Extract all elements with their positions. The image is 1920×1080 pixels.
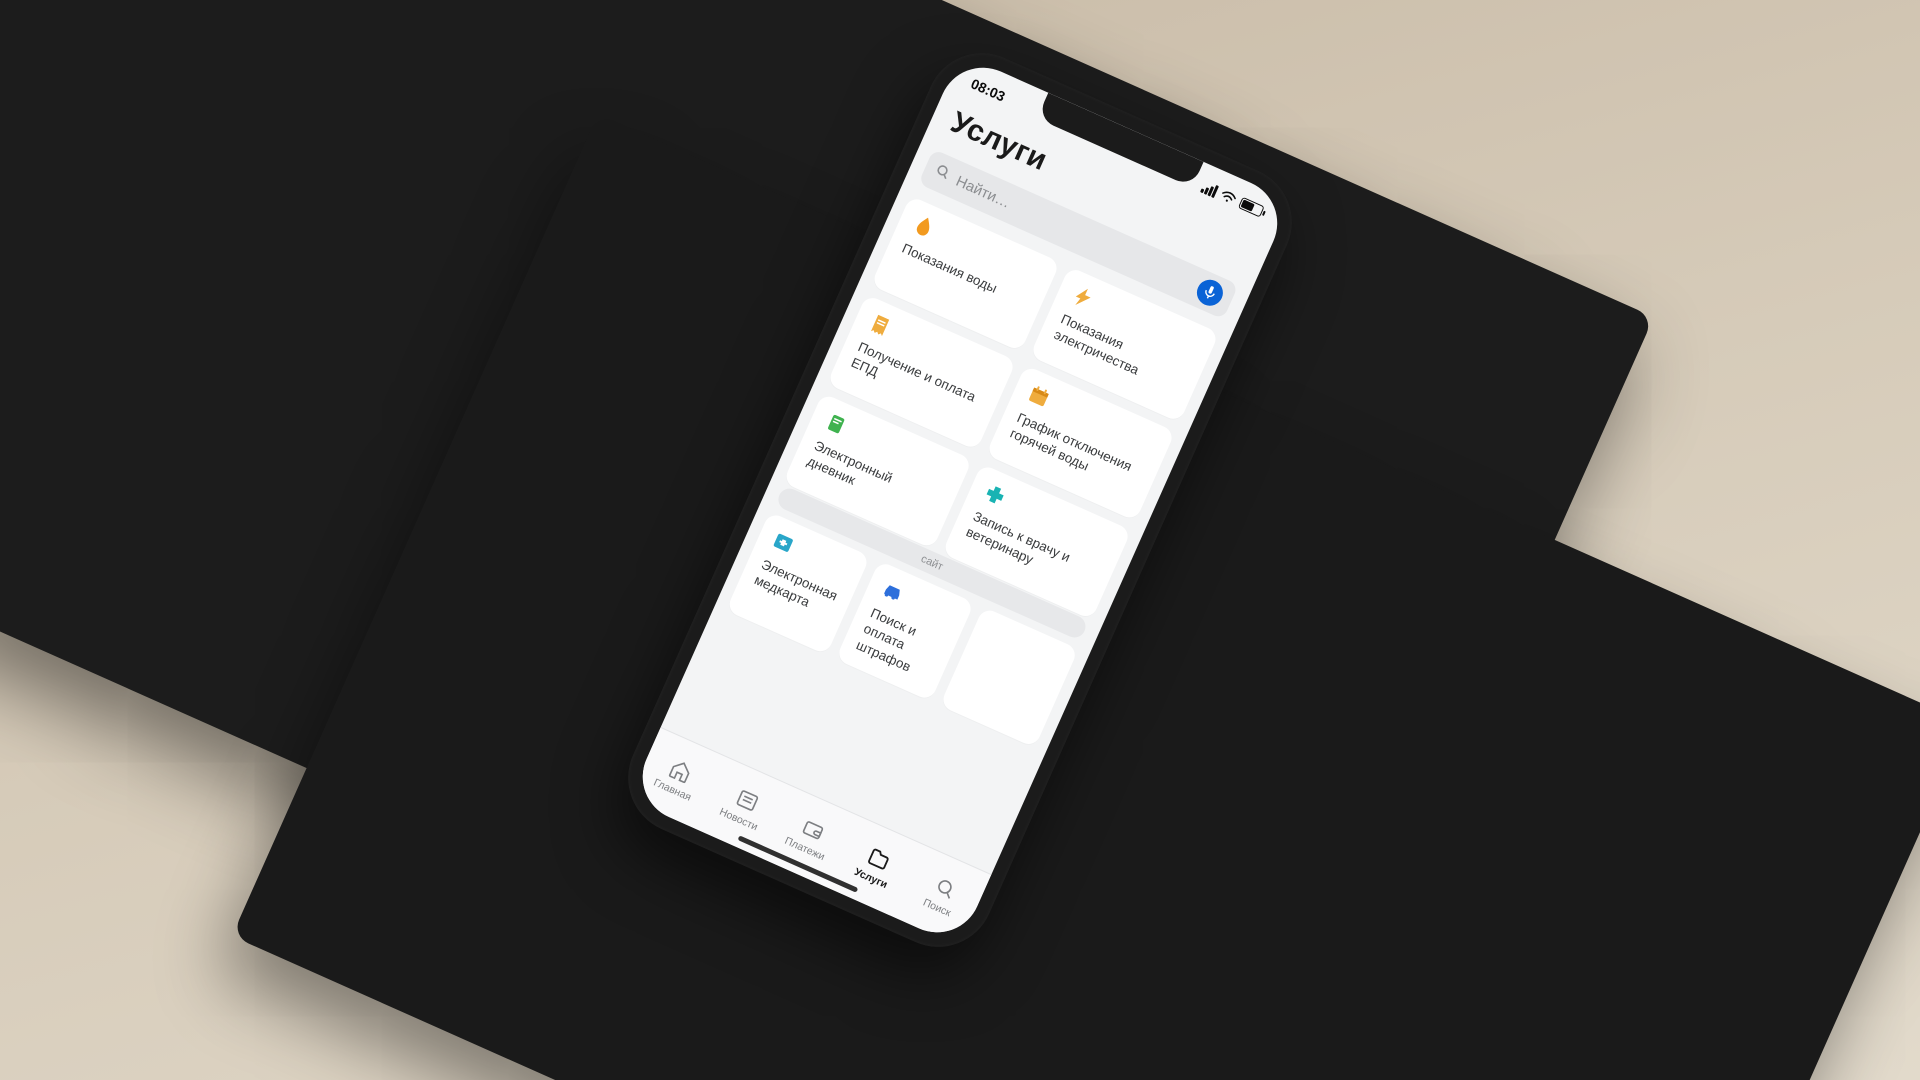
- photo-backdrop: 08:03 Услуги Найти…: [0, 0, 1920, 1080]
- home-icon: [666, 756, 695, 785]
- signal-icon: [1200, 180, 1219, 198]
- news-icon: [733, 786, 762, 815]
- voice-search-button[interactable]: [1193, 276, 1227, 310]
- folder-icon: [865, 845, 894, 874]
- card-label: Электронная медкарта: [751, 556, 840, 621]
- status-time: 08:03: [968, 75, 1007, 104]
- wallet-icon: [799, 815, 828, 844]
- med-card-icon: [769, 528, 798, 557]
- card-label: Показания электричества: [1051, 310, 1189, 397]
- blank-icon: [982, 623, 1011, 652]
- search-icon: [931, 161, 954, 187]
- car-icon: [878, 577, 907, 606]
- medical-cross-icon: [981, 480, 1010, 509]
- lightning-icon: [1068, 283, 1097, 312]
- receipt-icon: [866, 311, 895, 340]
- card-label: Показания воды: [899, 240, 1030, 311]
- calendar-icon: [1025, 382, 1054, 411]
- card-label: График отключения горячей воды: [1007, 409, 1145, 496]
- card-label: Поиск и оплата штрафов: [854, 604, 945, 682]
- microphone-icon: [1202, 284, 1219, 302]
- notebook-icon: [822, 410, 851, 439]
- card-label: Получение и оплата ЕПД: [848, 338, 986, 425]
- battery-icon: [1238, 197, 1265, 218]
- card-label: [979, 651, 1049, 682]
- search-icon: [931, 874, 960, 903]
- wifi-icon: [1219, 188, 1238, 205]
- water-drop-icon: [910, 212, 939, 241]
